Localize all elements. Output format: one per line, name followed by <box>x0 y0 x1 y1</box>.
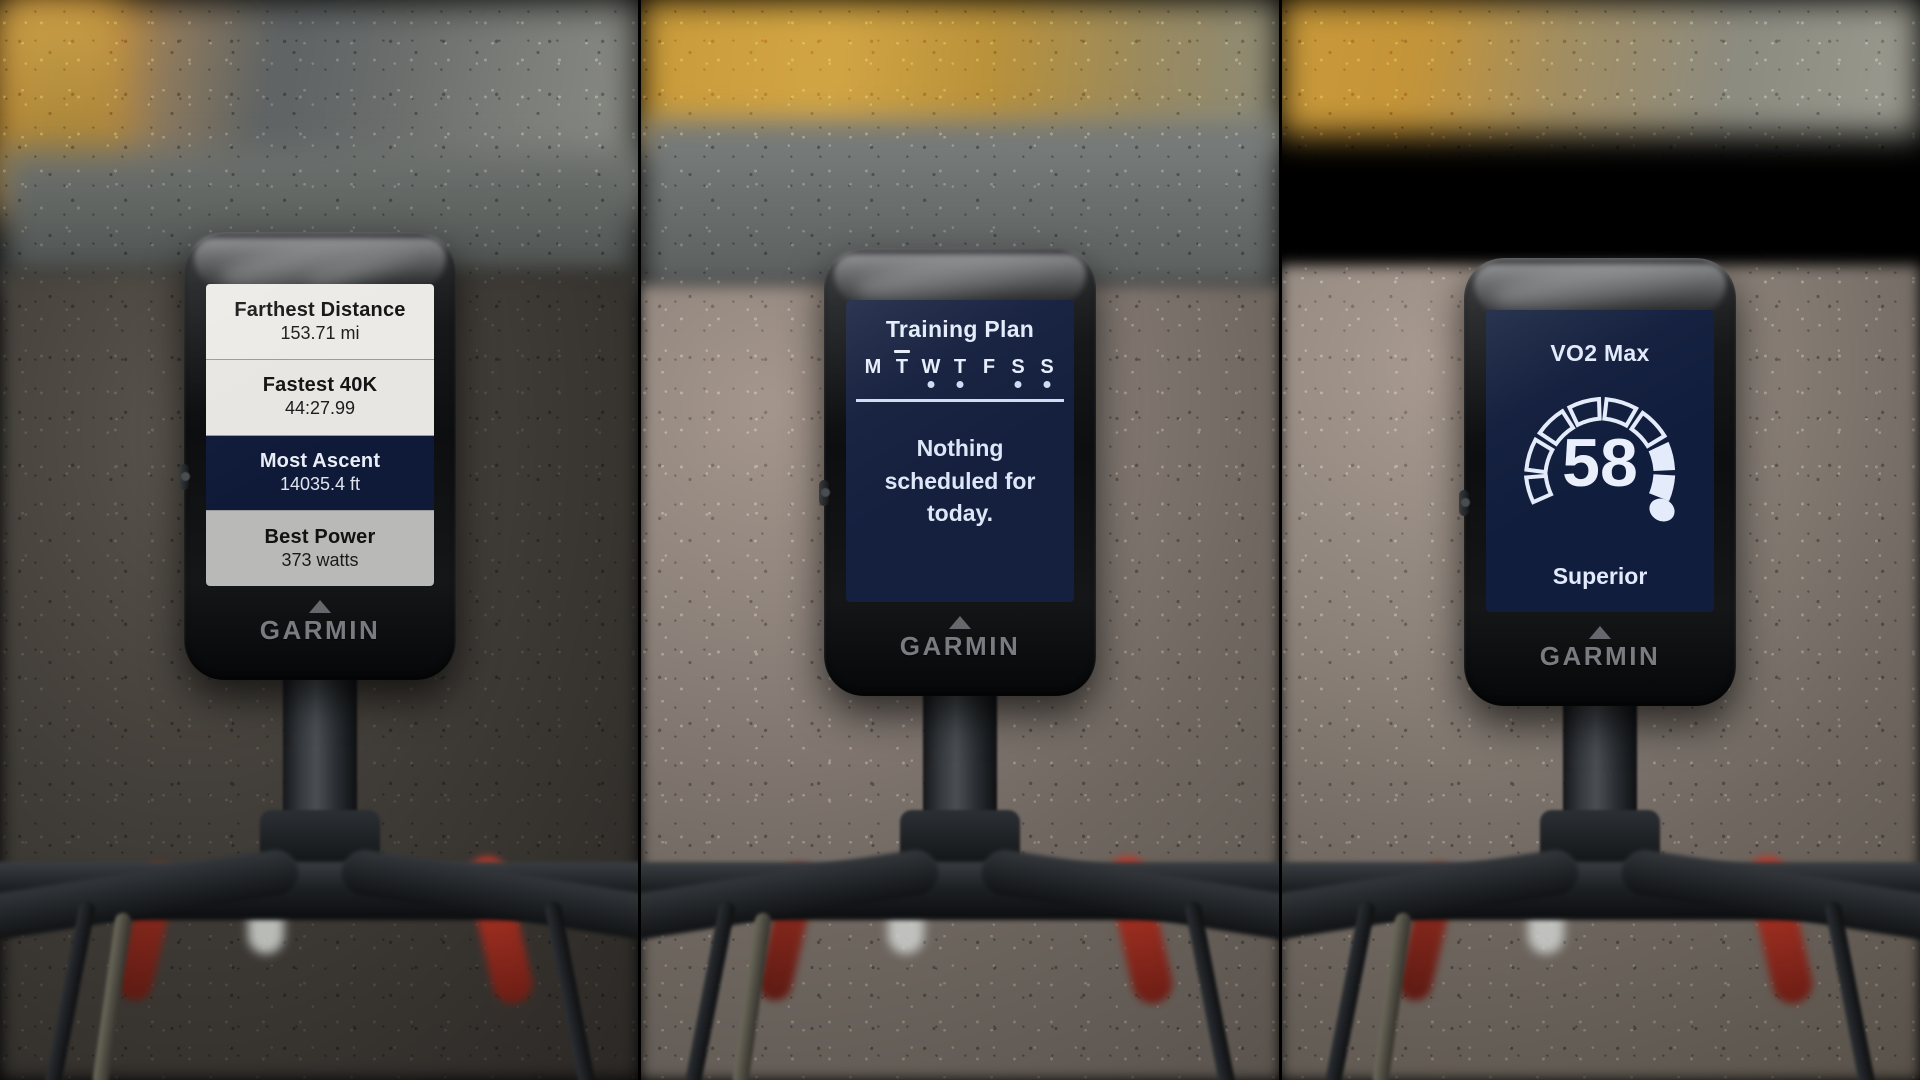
device-screen-records[interactable]: Farthest Distance 153.71 mi Fastest 40K … <box>206 284 434 586</box>
garmin-triangle-icon <box>309 600 331 613</box>
week-strip-divider <box>856 399 1064 402</box>
activity-dot-icon <box>927 381 935 388</box>
record-value: 373 watts <box>281 549 359 570</box>
device-side-indicator-1 <box>181 472 190 481</box>
activity-dot-icon <box>1043 381 1051 388</box>
garmin-brand-2: GARMIN <box>824 616 1096 662</box>
week-day-monday[interactable]: M <box>862 357 884 377</box>
device-screen-training-plan[interactable]: Training Plan M T W T F S S Nothing sche… <box>846 300 1074 602</box>
garmin-triangle-icon <box>1589 626 1611 639</box>
day-letter: F <box>982 356 996 378</box>
vo2max-view[interactable]: VO2 Max 58 Superior <box>1486 310 1714 612</box>
training-plan-view[interactable]: Training Plan M T W T F S S Nothing sche… <box>846 300 1074 602</box>
vo2max-gauge: 58 <box>1505 377 1695 567</box>
panel-vo2-max: VO2 Max 58 Superior GARMIN <box>1280 0 1920 1080</box>
week-day-sunday[interactable]: S <box>1036 356 1058 388</box>
garmin-wordmark: GARMIN <box>899 631 1021 661</box>
garmin-brand-1: GARMIN <box>184 600 456 646</box>
schedule-message-line-1: Nothing <box>916 435 1004 461</box>
handlebar-mount-3 <box>1280 650 1920 1080</box>
screenshot-stage: Farthest Distance 153.71 mi Fastest 40K … <box>0 0 1920 1080</box>
panel-records: Farthest Distance 153.71 mi Fastest 40K … <box>0 0 640 1080</box>
day-letter: W <box>921 356 941 378</box>
record-row-fastest-40k[interactable]: Fastest 40K 44:27.99 <box>206 359 434 436</box>
garmin-edge-device-2: Training Plan M T W T F S S Nothing sche… <box>819 247 1096 696</box>
garmin-wordmark: GARMIN <box>1539 641 1661 671</box>
device-side-indicator-2 <box>821 488 830 497</box>
record-label: Farthest Distance <box>234 298 406 321</box>
garmin-wordmark: GARMIN <box>259 615 381 645</box>
day-letter: M <box>864 356 882 378</box>
week-day-friday[interactable]: F <box>978 357 1000 377</box>
record-label: Best Power <box>264 525 376 548</box>
day-letter: T <box>953 356 967 378</box>
week-day-wednesday[interactable]: W <box>920 356 942 388</box>
activity-dot-icon <box>1014 381 1022 388</box>
record-row-farthest-distance[interactable]: Farthest Distance 153.71 mi <box>206 284 434 360</box>
day-letter: S <box>1011 356 1025 378</box>
record-row-most-ascent[interactable]: Most Ascent 14035.4 ft <box>206 435 434 512</box>
day-letter: T <box>895 356 909 378</box>
record-label: Fastest 40K <box>262 374 378 397</box>
record-value: 14035.4 ft <box>279 474 361 495</box>
page-title: VO2 Max <box>1550 340 1650 366</box>
garmin-triangle-icon <box>949 616 971 629</box>
record-row-best-power[interactable]: Best Power 373 watts <box>206 511 434 586</box>
record-label: Most Ascent <box>259 450 381 473</box>
week-day-tuesday-today[interactable]: T <box>891 350 913 378</box>
record-value: 44:27.99 <box>284 398 356 419</box>
handlebar-mount-2 <box>640 650 1280 1080</box>
vo2max-category: Superior <box>1552 563 1648 589</box>
schedule-message-line-3: today. <box>926 500 994 527</box>
vo2max-value: 58 <box>1562 425 1638 501</box>
week-day-thursday[interactable]: T <box>949 356 971 388</box>
record-value: 153.71 mi <box>280 322 360 343</box>
schedule-message-line-2: scheduled for <box>884 467 1036 494</box>
week-day-strip[interactable]: M T W T F S S <box>862 350 1058 388</box>
garmin-edge-device-3: VO2 Max 58 Superior GARMIN <box>1459 255 1736 706</box>
day-letter: S <box>1040 356 1054 378</box>
garmin-brand-3: GARMIN <box>1464 626 1736 672</box>
handlebar-mount-1 <box>0 650 640 1080</box>
week-day-saturday[interactable]: S <box>1007 356 1029 388</box>
panel-training-plan: Training Plan M T W T F S S Nothing sche… <box>640 0 1280 1080</box>
device-side-indicator-3 <box>1461 498 1470 507</box>
garmin-edge-device-1: Farthest Distance 153.71 mi Fastest 40K … <box>179 232 456 680</box>
today-marker-bar <box>894 350 910 353</box>
records-list[interactable]: Farthest Distance 153.71 mi Fastest 40K … <box>206 284 434 586</box>
activity-dot-icon <box>956 381 964 388</box>
schedule-message: Nothing scheduled for today. <box>862 432 1058 530</box>
device-screen-vo2max[interactable]: VO2 Max 58 Superior <box>1486 310 1714 612</box>
page-title: Training Plan <box>885 316 1035 342</box>
